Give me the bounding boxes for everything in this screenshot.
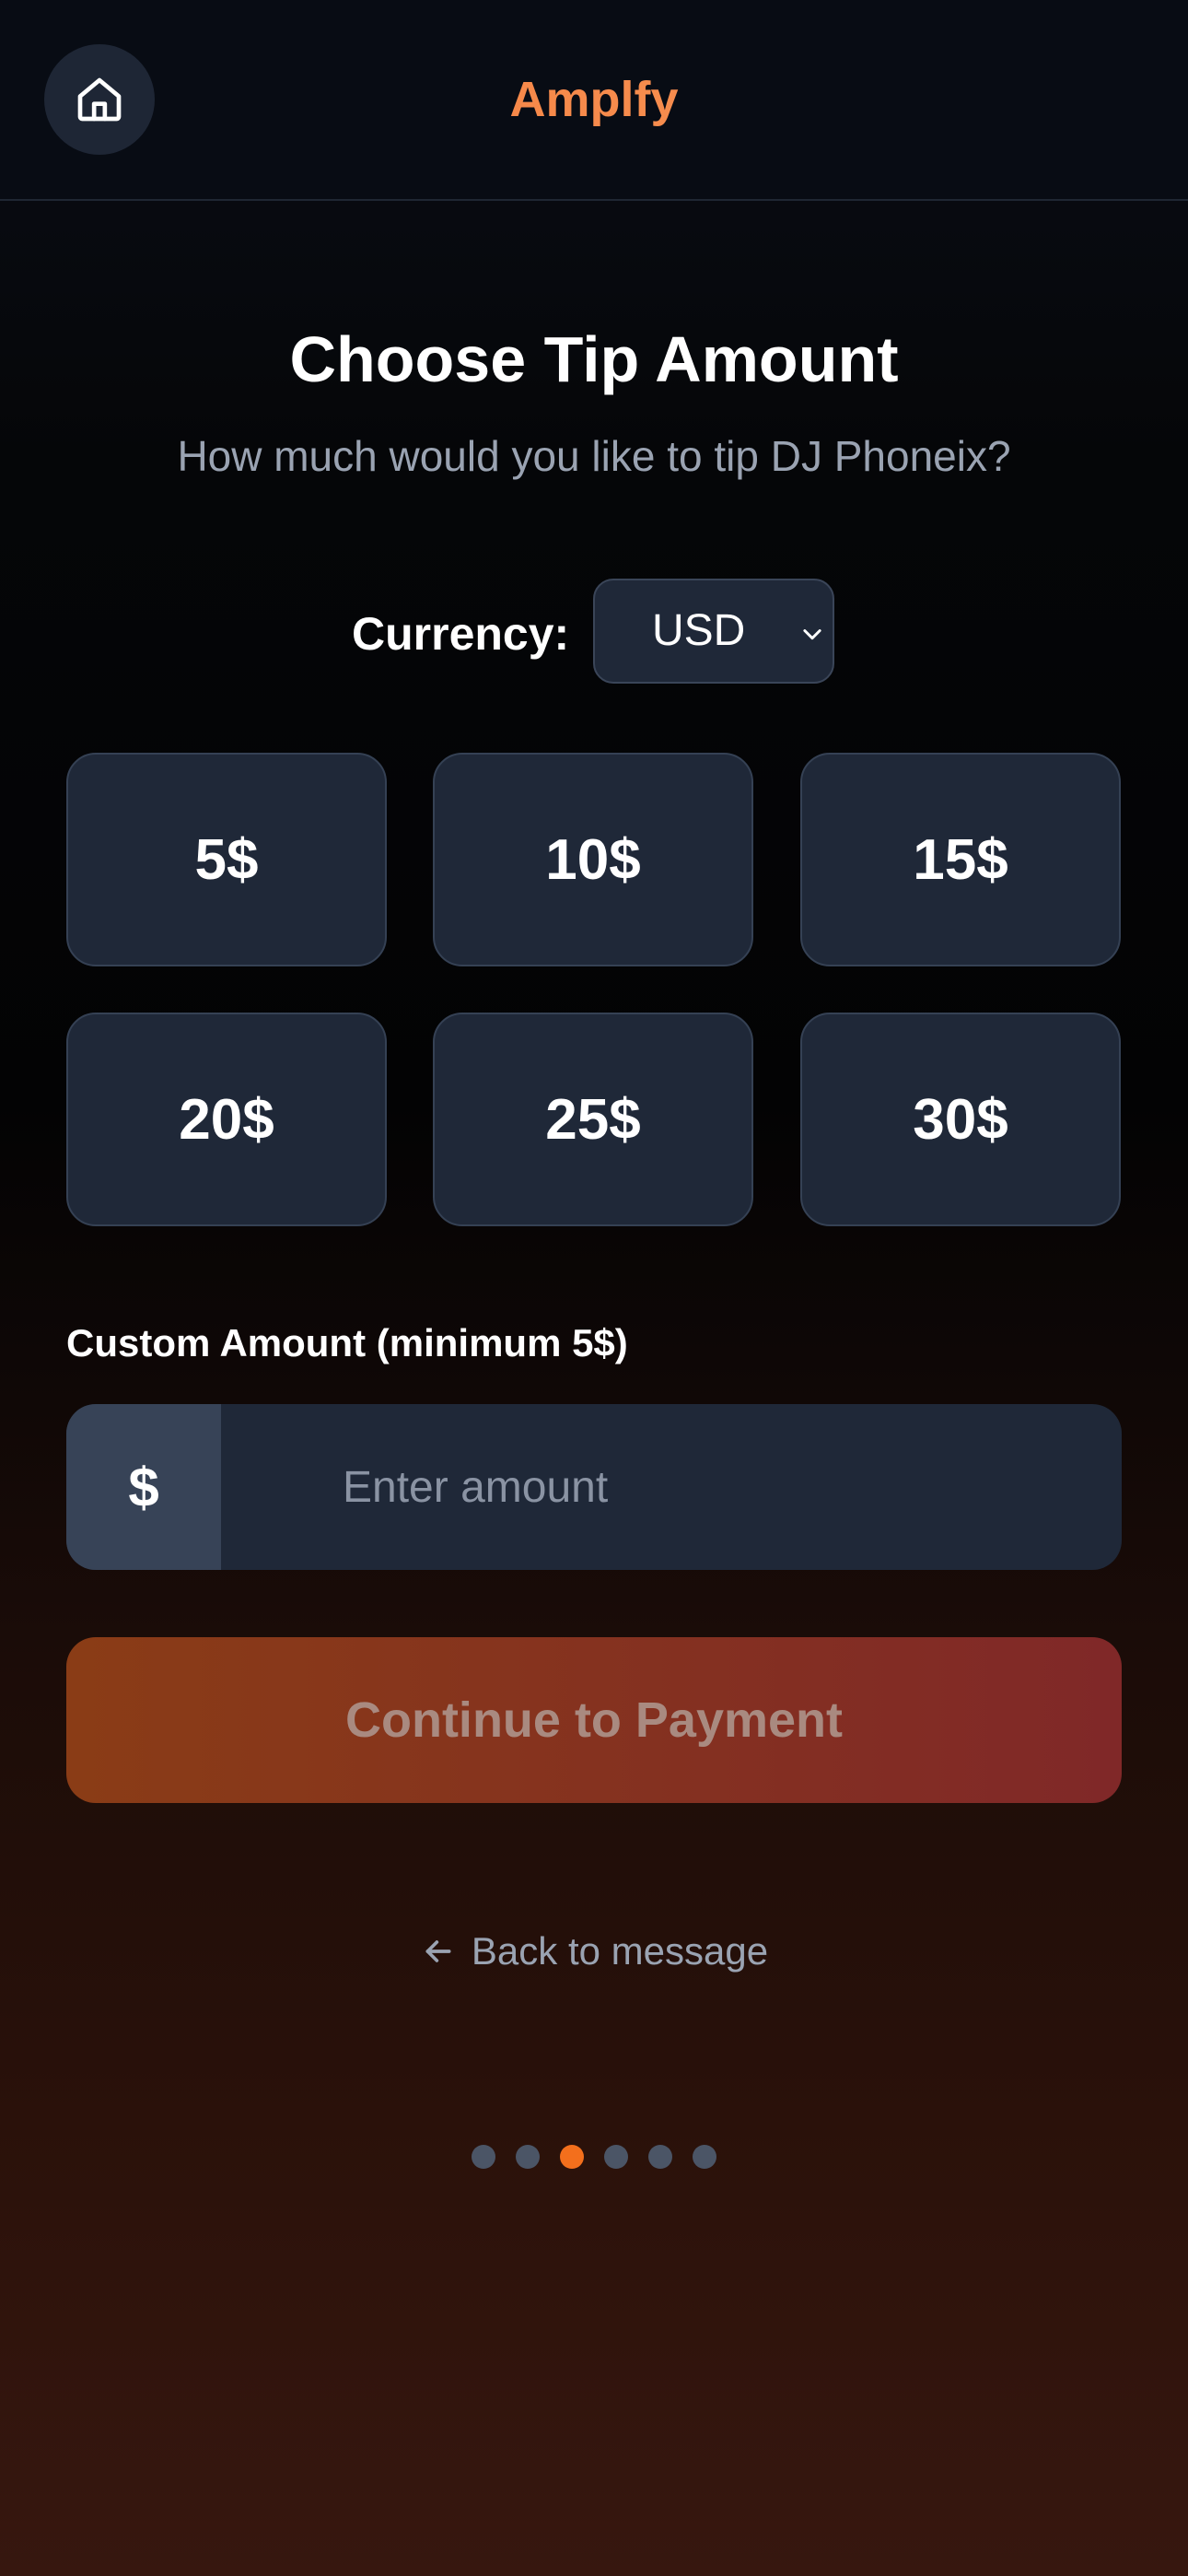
step-dot bbox=[516, 2145, 540, 2169]
currency-select[interactable]: USD bbox=[593, 579, 834, 684]
tip-amount-button[interactable]: 25$ bbox=[433, 1013, 753, 1226]
page-subtitle: How much would you like to tip DJ Phonei… bbox=[177, 432, 1011, 480]
tip-amount-button[interactable]: 15$ bbox=[800, 753, 1121, 966]
currency-label: Currency: bbox=[352, 608, 570, 660]
step-dot bbox=[693, 2145, 716, 2169]
currency-selected-value: USD bbox=[652, 606, 746, 655]
tip-amount-button[interactable]: 5$ bbox=[66, 753, 387, 966]
arrow-left-icon bbox=[425, 1940, 451, 1962]
tip-amount-button[interactable]: 30$ bbox=[800, 1013, 1121, 1226]
continue-to-payment-button[interactable]: Continue to Payment bbox=[66, 1637, 1122, 1803]
custom-amount-label: Custom Amount (minimum 5$) bbox=[66, 1321, 628, 1364]
custom-amount-input[interactable] bbox=[221, 1404, 1122, 1570]
chevron-down-icon bbox=[803, 629, 821, 640]
step-dot bbox=[472, 2145, 495, 2169]
tip-amount-button[interactable]: 20$ bbox=[66, 1013, 387, 1226]
step-indicator bbox=[0, 2145, 1188, 2169]
app-title: Amplfy bbox=[0, 66, 1188, 133]
step-dot-active bbox=[560, 2145, 584, 2169]
page-title: Choose Tip Amount bbox=[289, 323, 899, 395]
step-dot bbox=[604, 2145, 628, 2169]
back-link-label: Back to message bbox=[471, 1929, 769, 1973]
back-to-message-link[interactable]: Back to message bbox=[0, 1926, 1188, 1977]
step-dot bbox=[648, 2145, 672, 2169]
custom-amount-field: $ bbox=[66, 1404, 1122, 1570]
top-bar: Amplfy bbox=[0, 0, 1188, 201]
currency-prefix: $ bbox=[66, 1404, 221, 1570]
tip-amount-button[interactable]: 10$ bbox=[433, 753, 753, 966]
